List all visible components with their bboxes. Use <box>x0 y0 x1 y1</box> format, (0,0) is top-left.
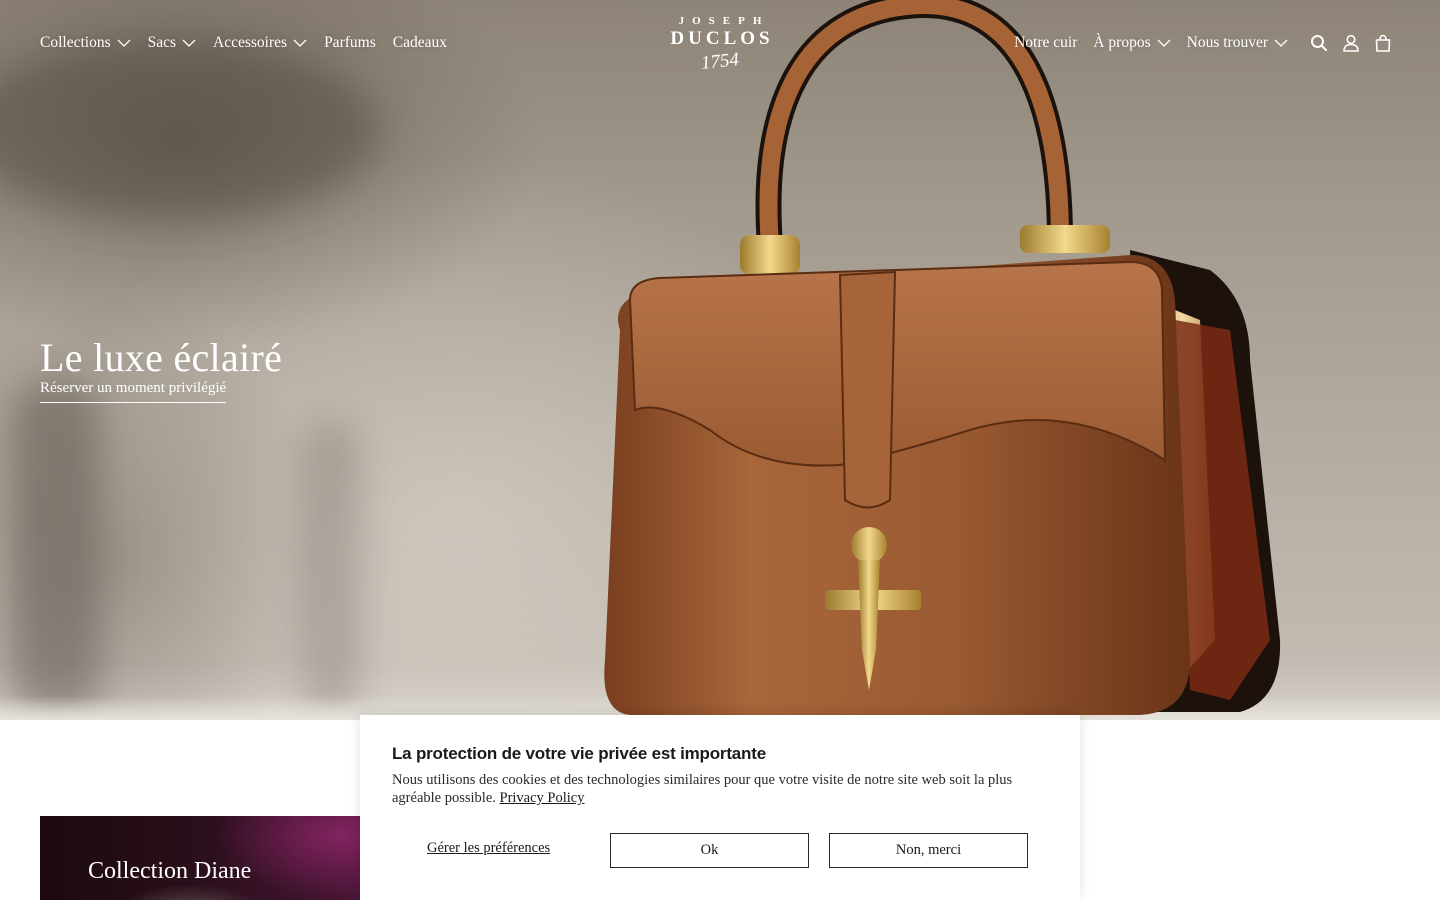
window-shadow <box>300 420 360 720</box>
nav-left: Collections Sacs Accessoires Parfums Cad… <box>40 34 464 52</box>
main-navigation: Collections Sacs Accessoires Parfums Cad… <box>0 0 1440 92</box>
logo-brand-name: DUCLOS <box>670 28 774 49</box>
search-icon[interactable] <box>1310 34 1328 52</box>
chevron-down-icon <box>1274 39 1288 47</box>
nav-item-nous-trouver[interactable]: Nous trouver <box>1187 34 1288 52</box>
chevron-down-icon <box>117 39 131 47</box>
nav-label-a-propos: À propos <box>1093 34 1151 51</box>
nav-item-parfums[interactable]: Parfums <box>324 34 376 52</box>
nav-label-parfums: Parfums <box>324 34 376 51</box>
accept-cookies-button[interactable]: Ok <box>610 833 809 868</box>
chevron-down-icon <box>1157 39 1171 47</box>
nav-label-sacs: Sacs <box>147 34 177 51</box>
nav-label-accessoires: Accessoires <box>213 34 288 51</box>
nav-item-a-propos[interactable]: À propos <box>1093 34 1171 52</box>
nav-label-cadeaux: Cadeaux <box>392 34 447 51</box>
nav-item-accessoires[interactable]: Accessoires <box>213 34 307 52</box>
handbag-image <box>604 0 1281 715</box>
nav-item-cadeaux[interactable]: Cadeaux <box>393 34 447 52</box>
user-icon[interactable] <box>1342 34 1360 52</box>
decline-cookies-button[interactable]: Non, merci <box>829 833 1028 868</box>
hero-title: Le luxe éclairé <box>40 335 283 380</box>
nav-item-sacs[interactable]: Sacs <box>148 34 196 52</box>
cookie-title: La protection de votre vie privée est im… <box>392 744 766 763</box>
nav-label-notre-cuir: Notre cuir <box>1014 34 1078 51</box>
logo-year: 1754 <box>699 49 740 74</box>
logo-top-text: JOSEPH <box>678 15 770 27</box>
book-appointment-link[interactable]: Réserver un moment privilégié <box>40 380 227 403</box>
window-shadow <box>10 380 100 720</box>
nav-label-collections: Collections <box>40 34 111 51</box>
privacy-policy-link[interactable]: Privacy Policy <box>500 790 585 806</box>
chevron-down-icon <box>182 39 196 47</box>
nav-label-nous-trouver: Nous trouver <box>1186 34 1268 51</box>
nav-right: Notre cuir À propos Nous trouver <box>998 34 1392 52</box>
cookie-text: Nous utilisons des cookies et des techno… <box>392 772 1013 806</box>
cookie-description: Nous utilisons des cookies et des techno… <box>392 771 1052 807</box>
nav-item-collections[interactable]: Collections <box>40 34 131 52</box>
chevron-down-icon <box>293 39 307 47</box>
shopping-bag-icon[interactable] <box>1374 34 1392 52</box>
collection-title: Collection Diane <box>88 858 252 884</box>
nav-item-notre-cuir[interactable]: Notre cuir <box>1014 34 1077 52</box>
cookie-consent-banner: La protection de votre vie privée est im… <box>360 715 1080 900</box>
brand-logo[interactable]: JOSEPH DUCLOS 1754 <box>660 14 780 80</box>
manage-preferences-link[interactable]: Gérer les préférences <box>427 840 550 857</box>
collection-card[interactable]: Collection Diane <box>40 816 370 900</box>
